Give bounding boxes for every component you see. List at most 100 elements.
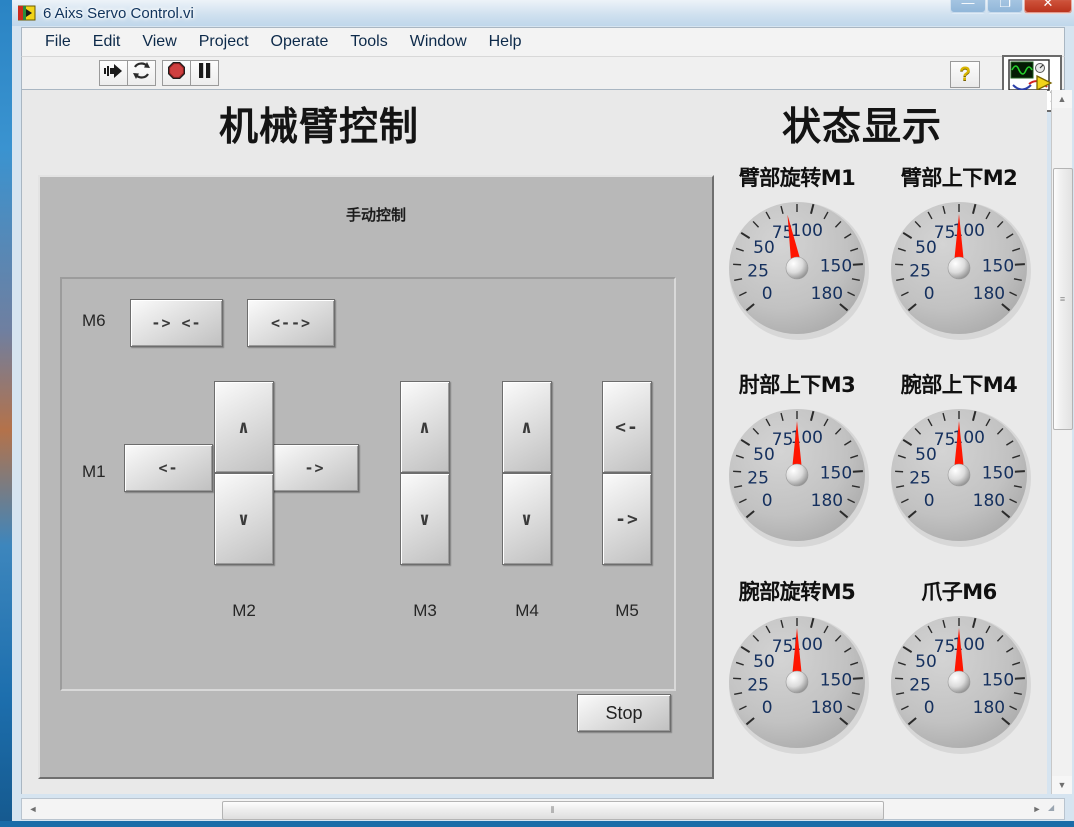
status-gauge-grid: 臂部旋转M1 0 25 50 75 100 150 180 臂部上下M2 0 25 50 75 100 15…	[722, 162, 1032, 787]
close-button[interactable]: ✕	[1024, 0, 1072, 14]
caption-buttons: — ❐ ✕	[949, 0, 1072, 14]
abort-octagon-icon	[167, 61, 186, 85]
gauge-m5-tick-0: 0	[762, 698, 773, 718]
labview-window: 6 Aixs Servo Control.vi — ❐ ✕ File Edit …	[12, 0, 1074, 824]
gauge-m1-label: 臂部旋转M1	[738, 166, 856, 190]
gauge-m3-knob	[785, 463, 809, 487]
page-title-right: 状态显示	[782, 105, 943, 150]
gauge-m2-tick-25: 25	[909, 262, 931, 282]
taskbar-edge	[0, 821, 1074, 827]
vertical-scrollbar[interactable]: ▲ ≡ ▼	[1051, 90, 1073, 794]
gauge-m6-tick-180: 180	[973, 698, 1005, 718]
menu-item-operate[interactable]: Operate	[260, 31, 340, 53]
m5-right-button[interactable]: ->	[602, 473, 652, 565]
gauge-m3: 肘部上下M3 0 25 50 75 100 150 180	[722, 369, 872, 574]
menu-item-window[interactable]: Window	[399, 31, 478, 53]
gauge-m5-label: 腕部旋转M5	[738, 580, 856, 604]
scroll-up-button[interactable]: ▲	[1052, 90, 1072, 108]
m2-up-button[interactable]: ∧	[214, 381, 274, 473]
gauge-m2-tick-0: 0	[924, 284, 935, 304]
menu-item-edit[interactable]: Edit	[82, 31, 132, 53]
gauge-m2-dial[interactable]: 0255075100150180	[886, 194, 1032, 346]
gauge-m5-tick-25: 25	[747, 676, 769, 696]
maximize-button[interactable]: ❐	[987, 0, 1023, 14]
menu-item-view[interactable]: View	[131, 31, 187, 53]
gauge-m6-dial[interactable]: 0255075100150180	[886, 608, 1032, 760]
question-mark-icon: ?	[959, 63, 971, 85]
menu-item-tools[interactable]: Tools	[339, 31, 398, 53]
axis-label-m6: M6	[82, 311, 106, 330]
toolbar-abort-group	[162, 60, 219, 86]
front-panel: 机械臂控制 状态显示 手动控制 M6 -> <- <--> M1 <- -> ∧…	[21, 90, 1047, 794]
gauge-m4-tick-25: 25	[909, 469, 931, 489]
gauge-m1-tick-180: 180	[811, 284, 843, 304]
scroll-down-button[interactable]: ▼	[1052, 776, 1072, 794]
gauge-m5: 腕部旋转M5 0 25 50 75 100 150 180	[722, 576, 872, 781]
scrollbar-grip-icon: ≡	[1059, 294, 1067, 304]
run-button[interactable]	[100, 61, 128, 85]
minimize-button[interactable]: —	[950, 0, 986, 14]
menu-bar: File Edit View Project Operate Tools Win…	[21, 27, 1065, 56]
gauge-m6-tick-150: 150	[982, 671, 1014, 691]
m1-right-button[interactable]: ->	[270, 444, 359, 492]
menu-item-project[interactable]: Project	[188, 31, 260, 53]
gauge-m2: 臂部上下M2 0 25 50 75 100 150 180	[884, 162, 1034, 367]
menu-item-help[interactable]: Help	[478, 31, 533, 53]
gauge-m1-knob	[785, 256, 809, 280]
pause-button[interactable]	[191, 61, 218, 85]
resize-grip-icon[interactable]: ◢	[1048, 803, 1062, 817]
vertical-scrollbar-thumb[interactable]: ≡	[1053, 168, 1073, 430]
scroll-left-button[interactable]: ◄	[22, 799, 44, 819]
axis-label-m4: M4	[515, 601, 539, 620]
gauge-m1-tick-25: 25	[747, 262, 769, 282]
m6-open-button[interactable]: <-->	[247, 299, 335, 347]
continuous-run-icon	[132, 62, 151, 84]
m4-down-button[interactable]: ∨	[502, 473, 552, 565]
window-title-bar: 6 Aixs Servo Control.vi — ❐ ✕	[12, 0, 1074, 26]
context-help-button[interactable]: ?	[950, 61, 980, 88]
gauge-m3-label: 肘部上下M3	[738, 373, 856, 397]
stop-button[interactable]: Stop	[577, 694, 671, 732]
gauge-m5-tick-180: 180	[811, 698, 843, 718]
gauge-m5-dial[interactable]: 0255075100150180	[724, 608, 870, 760]
gauge-m4-dial[interactable]: 0255075100150180	[886, 401, 1032, 553]
gauge-m1-tick-0: 0	[762, 284, 773, 304]
gauge-m1-dial[interactable]: 0255075100150180	[724, 194, 870, 346]
page-title-left: 机械臂控制	[219, 105, 420, 150]
m3-up-button[interactable]: ∧	[400, 381, 450, 473]
gauge-m6-label: 爪子M6	[921, 580, 997, 604]
gauge-m3-tick-25: 25	[747, 469, 769, 489]
manual-control-inner-frame: M6 -> <- <--> M1 <- -> ∧ ∨ M2 ∧ ∨ M3 ∧ ∨…	[60, 277, 676, 691]
gauge-m3-tick-150: 150	[820, 464, 852, 484]
gauge-m3-tick-180: 180	[811, 491, 843, 511]
horizontal-scrollbar[interactable]: ◄ ⦀ ► ◢	[21, 798, 1065, 820]
scroll-right-button[interactable]: ►	[1026, 799, 1048, 819]
axis-label-m1: M1	[82, 462, 106, 481]
m3-down-button[interactable]: ∨	[400, 473, 450, 565]
gauge-m5-knob	[785, 670, 809, 694]
m1-left-button[interactable]: <-	[124, 444, 213, 492]
m2-down-button[interactable]: ∨	[214, 473, 274, 565]
menu-item-file[interactable]: File	[34, 31, 82, 53]
gauge-m1-tick-150: 150	[820, 257, 852, 277]
m5-left-button[interactable]: <-	[602, 381, 652, 473]
gauge-m6-tick-0: 0	[924, 698, 935, 718]
abort-button[interactable]	[163, 61, 191, 85]
gauge-m5-tick-150: 150	[820, 671, 852, 691]
horizontal-scrollbar-thumb[interactable]: ⦀	[222, 801, 884, 820]
m4-up-button[interactable]: ∧	[502, 381, 552, 473]
gauge-m4-tick-150: 150	[982, 464, 1014, 484]
gauge-m1: 臂部旋转M1 0 25 50 75 100 150 180	[722, 162, 872, 367]
manual-control-caption: 手动控制	[345, 206, 406, 224]
axis-label-m3: M3	[413, 601, 437, 620]
gauge-m4: 腕部上下M4 0 25 50 75 100 150 180	[884, 369, 1034, 574]
gauge-m4-tick-180: 180	[973, 491, 1005, 511]
gauge-m6-tick-25: 25	[909, 676, 931, 696]
gauge-m2-knob	[947, 256, 971, 280]
gauge-m2-tick-180: 180	[973, 284, 1005, 304]
m6-close-button[interactable]: -> <-	[130, 299, 223, 347]
scrollbar-grip-h-icon: ⦀	[550, 805, 556, 815]
gauge-m3-dial[interactable]: 0255075100150180	[724, 401, 870, 553]
run-continuously-button[interactable]	[128, 61, 155, 85]
vi-file-icon	[17, 5, 36, 21]
